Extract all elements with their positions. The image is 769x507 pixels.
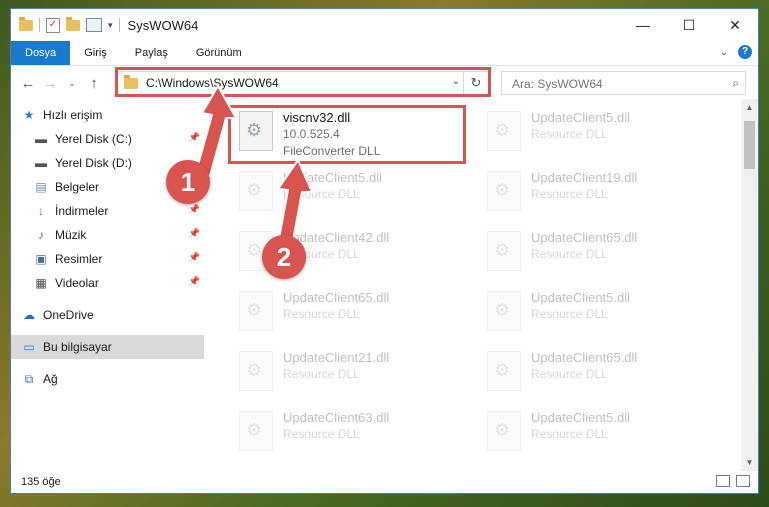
step-2-badge: 2 <box>262 235 306 279</box>
step-1-badge: 1 <box>166 160 210 204</box>
arrow-to-file <box>277 159 313 247</box>
annotation-arrows <box>195 85 313 247</box>
arrow-to-address-bar <box>195 85 237 177</box>
